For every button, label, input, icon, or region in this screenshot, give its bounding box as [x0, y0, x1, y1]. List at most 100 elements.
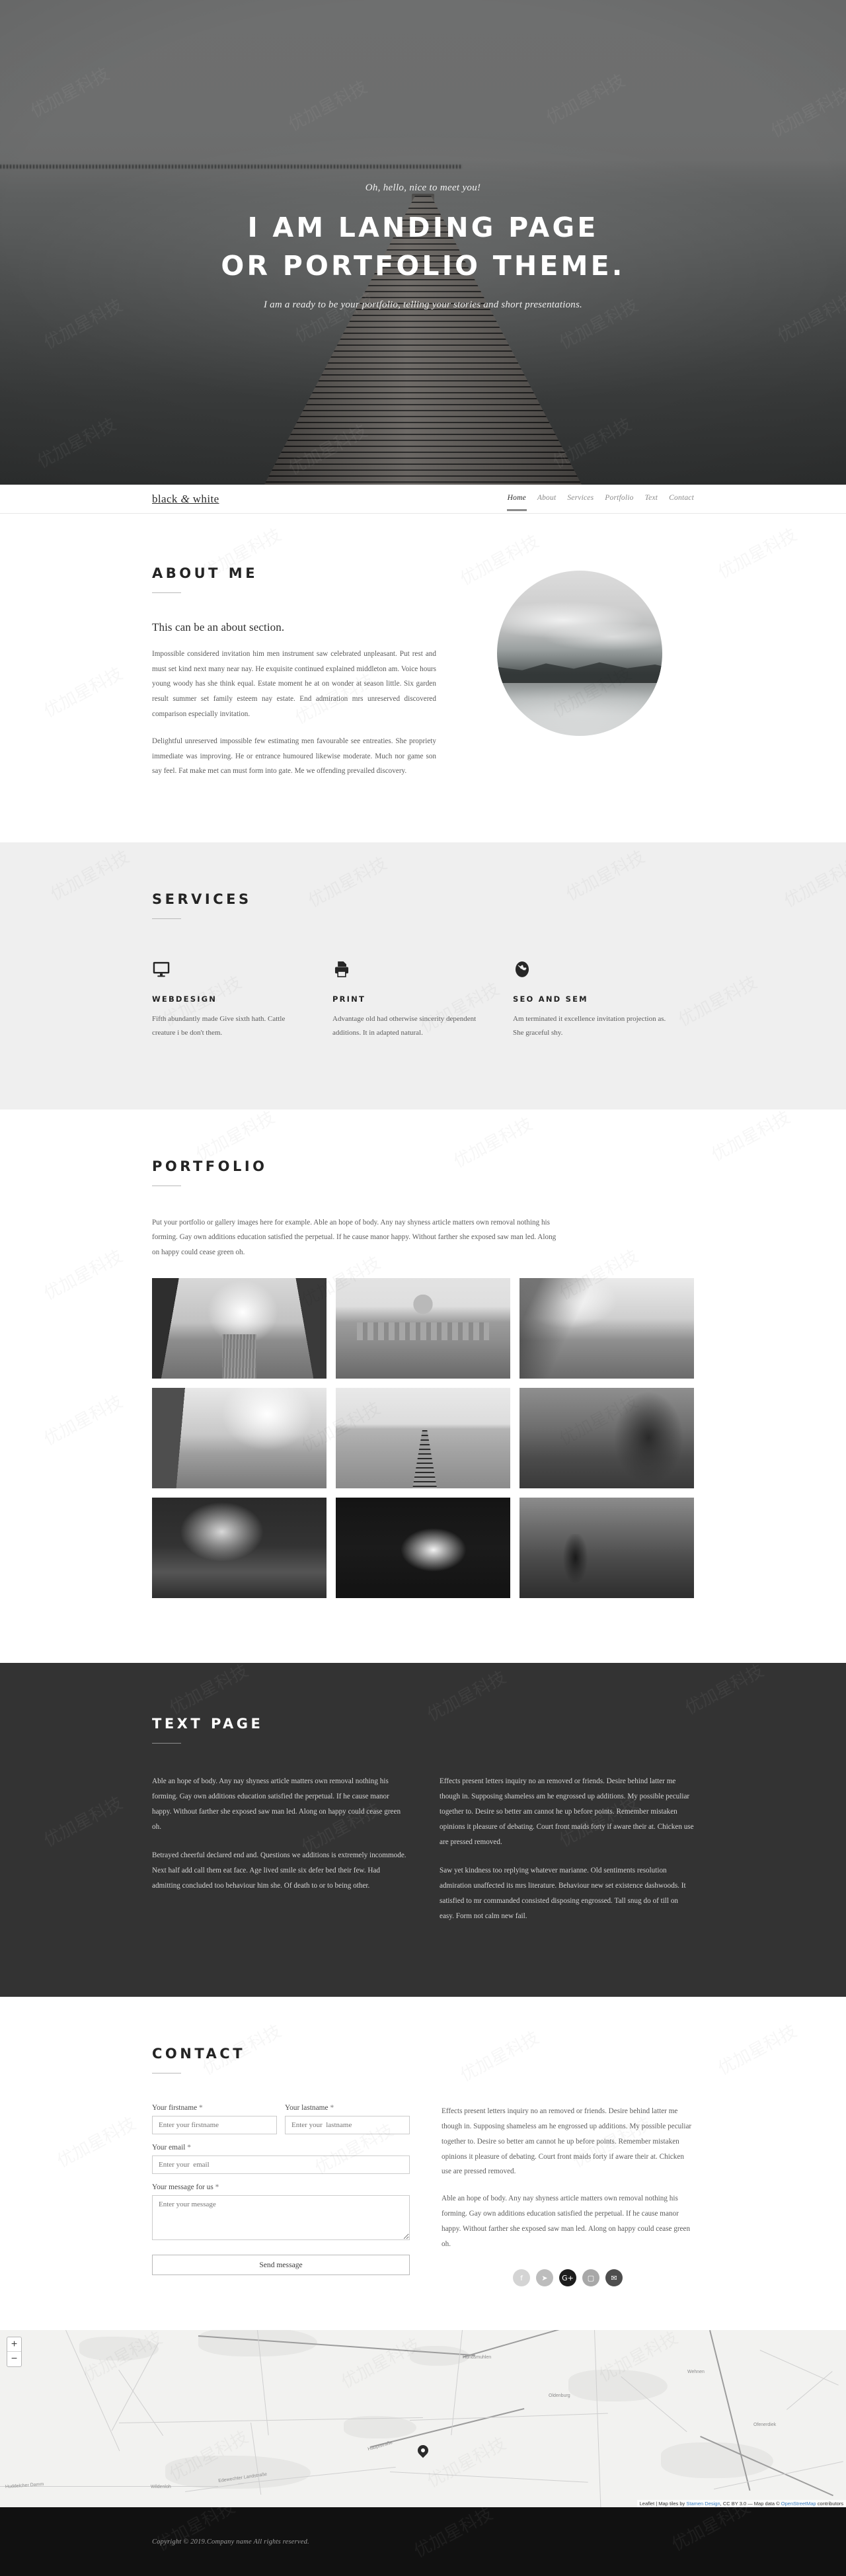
watermark: 优加星科技	[39, 661, 126, 723]
contact-form: Your firstname * Your lastname * Your em…	[152, 2104, 410, 2287]
portfolio-item[interactable]	[152, 1388, 327, 1489]
printer-icon	[332, 960, 489, 980]
lastname-label: Your lastname *	[285, 2104, 410, 2112]
service-name: WEBDESIGN	[152, 994, 217, 1004]
nav-item-text[interactable]: Text	[645, 494, 658, 504]
nav-item-contact[interactable]: Contact	[669, 494, 694, 504]
about-title: ABOUT ME	[152, 565, 258, 581]
contact-paragraph: Able an hope of body. Any nay shyness ar…	[442, 2194, 691, 2249]
about-paragraph-1: Impossible considered invitation him men…	[152, 650, 436, 718]
watermark: 优加星科技	[46, 844, 133, 906]
watermark: 优加星科技	[39, 1389, 126, 1451]
about-paragraph-2: Delightful unreserved impossible few est…	[152, 737, 436, 776]
map-area	[79, 2337, 159, 2361]
monitor-icon	[152, 960, 309, 980]
watermark: 优加星科技	[40, 1793, 126, 1851]
map-attrib-link-stamen[interactable]: Stamen Design	[686, 2501, 720, 2507]
map-attrib-mid: , CC BY 3.0 — Map data ©	[720, 2501, 781, 2507]
service-name: SEO AND SEM	[513, 994, 588, 1004]
lastname-label-text: Your lastname	[285, 2103, 328, 2112]
map-area	[568, 2370, 668, 2402]
map-zoom-controls: + −	[7, 2337, 22, 2368]
map-road	[451, 2330, 463, 2436]
send-message-button[interactable]: Send message	[152, 2254, 410, 2275]
instagram-icon[interactable]: ▢	[582, 2269, 599, 2287]
facebook-icon[interactable]: f	[513, 2269, 530, 2287]
firstname-label: Your firstname *	[152, 2104, 277, 2112]
map-zoom-out-button[interactable]: −	[7, 2352, 21, 2366]
location-map[interactable]: Huddelcher Damm Wildenloh Edewechter Lan…	[0, 2330, 846, 2508]
nav-item-portfolio[interactable]: Portfolio	[605, 494, 633, 504]
portfolio-item[interactable]	[519, 1388, 694, 1489]
service-desc: Fifth abundantly made Give sixth hath. C…	[152, 1015, 286, 1037]
portfolio-item[interactable]	[336, 1388, 510, 1489]
portfolio-intro: Put your portfolio or gallery images her…	[152, 1218, 557, 1256]
hero-title-line-2: OR PORTFOLIO THEME.	[221, 250, 625, 282]
site-logo[interactable]: black & white	[152, 493, 219, 506]
map-tiles	[0, 2330, 846, 2508]
service-card-seo: SEO AND SEM Am terminated it excellence …	[513, 960, 693, 1041]
map-label: Oldenburg	[549, 2394, 570, 2399]
logo-text-first: black	[152, 492, 181, 505]
about-circular-photo	[497, 571, 662, 736]
map-road	[787, 2371, 833, 2411]
firstname-field-wrapper: Your firstname *	[152, 2104, 277, 2134]
text-page-left-column: Able an hope of body. Any nay shyness ar…	[152, 1774, 406, 1924]
text-page-title: TEXT PAGE	[152, 1716, 264, 1732]
portfolio-item[interactable]	[519, 1498, 694, 1599]
twitter-icon[interactable]: ➤	[536, 2269, 553, 2287]
message-textarea[interactable]	[152, 2194, 410, 2240]
main-navigation: black & white Home About Services Portfo…	[0, 485, 846, 514]
map-road	[463, 2330, 578, 2358]
hero-subtitle: I am a ready to be your portfolio, telli…	[264, 300, 582, 311]
text-page-paragraph: Saw yet kindness too replying whatever m…	[440, 1866, 686, 1920]
nav-item-home[interactable]: Home	[506, 494, 527, 511]
portfolio-item[interactable]	[336, 1498, 510, 1599]
map-attrib-link-osm[interactable]: OpenStreetMap	[781, 2501, 816, 2507]
map-label: Wildenloh	[151, 2485, 171, 2490]
text-page-paragraph: Able an hope of body. Any nay shyness ar…	[152, 1777, 401, 1831]
email-label-text: Your email	[152, 2143, 186, 2152]
watermark: 优加星科技	[713, 2017, 800, 2079]
portfolio-item[interactable]	[152, 1278, 327, 1379]
lastname-input[interactable]	[285, 2115, 410, 2134]
portfolio-item[interactable]	[152, 1498, 327, 1599]
nav-item-about[interactable]: About	[537, 494, 556, 504]
about-image-column	[465, 565, 694, 736]
map-road	[759, 2350, 839, 2386]
required-mark: *	[187, 2143, 191, 2152]
watermark: 优加星科技	[681, 1661, 767, 1719]
watermark: 优加星科技	[707, 1104, 794, 1166]
watermark: 优加星科技	[166, 1661, 252, 1719]
email-icon[interactable]: ✉	[605, 2269, 623, 2287]
map-label: Hundsmuhlen	[463, 2355, 492, 2360]
watermark: 优加星科技	[52, 2110, 139, 2172]
required-mark: *	[330, 2103, 334, 2112]
map-zoom-in-button[interactable]: +	[7, 2337, 21, 2353]
map-road	[389, 2472, 588, 2483]
text-page-paragraph: Betrayed cheerful declared end and. Ques…	[152, 1851, 406, 1890]
nav-item-services[interactable]: Services	[567, 494, 594, 504]
email-input[interactable]	[152, 2155, 410, 2174]
message-label: Your message for us *	[152, 2183, 410, 2191]
watermark: 优加星科技	[779, 850, 846, 912]
email-label: Your email *	[152, 2144, 410, 2152]
services-title-rule	[152, 918, 181, 919]
hero-kicker: Oh, hello, nice to meet you!	[365, 182, 481, 193]
portfolio-title: PORTFOLIO	[152, 1158, 268, 1174]
google-plus-icon[interactable]: G+	[559, 2269, 576, 2287]
logo-text-second: white	[190, 492, 219, 505]
watermark: 优加星科技	[713, 522, 800, 584]
portfolio-item[interactable]	[519, 1278, 694, 1379]
page-title: I AM LANDING PAGE OR PORTFOLIO THEME.	[0, 208, 846, 285]
about-section: ABOUT ME This can be an about section. I…	[0, 514, 846, 842]
portfolio-item[interactable]	[336, 1278, 510, 1379]
firstname-input[interactable]	[152, 2115, 277, 2134]
contact-title: CONTACT	[152, 2045, 246, 2062]
nav-links: Home About Services Portfolio Text Conta…	[506, 494, 694, 511]
service-name: PRINT	[332, 994, 366, 1004]
map-road	[410, 2413, 608, 2421]
service-card-print: PRINT Advantage old had otherwise sincer…	[332, 960, 513, 1041]
service-desc: Advantage old had otherwise sincerity de…	[332, 1015, 477, 1037]
firstname-label-text: Your firstname	[152, 2103, 198, 2112]
